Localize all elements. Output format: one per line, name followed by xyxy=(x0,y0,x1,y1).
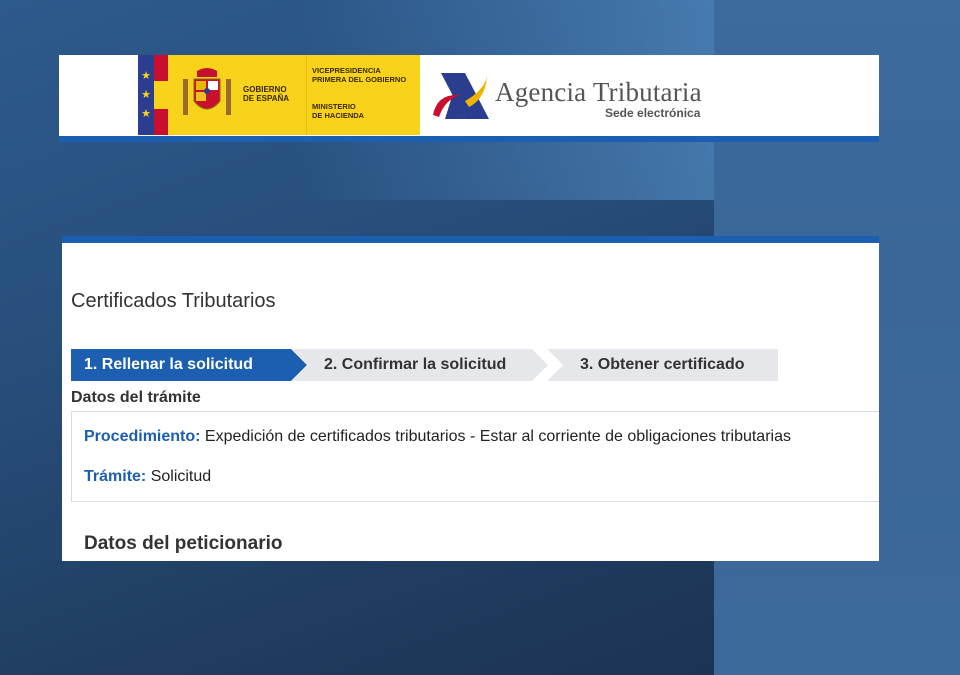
ministerio-text: MINISTERIO DE HACIENDA xyxy=(312,102,364,120)
datos-tramite-box: Procedimiento: Expedición de certificado… xyxy=(71,411,879,502)
spain-flag-strip xyxy=(154,55,168,135)
step-rellenar-solicitud: 1. Rellenar la solicitud xyxy=(71,349,307,381)
agency-subtitle: Sede electrónica xyxy=(605,106,701,120)
procedimiento-value: Expedición de certificados tributarios -… xyxy=(200,428,791,445)
progress-steps: 1. Rellenar la solicitud 2. Confirmar la… xyxy=(71,349,781,381)
step-obtener-certificado: 3. Obtener certificado xyxy=(547,349,778,381)
header-banner: ★ ★ ★ GOBIERNO DE ESPAÑA VICEPRESIDENCIA P… xyxy=(59,55,879,142)
gov-line-2: DE ESPAÑA xyxy=(243,94,290,103)
step-confirmar-solicitud: 2. Confirmar la solicitud xyxy=(292,349,548,381)
ministry-line-1: MINISTERIO xyxy=(312,102,356,111)
tramite-row: Trámite: Solicitud xyxy=(84,468,211,486)
datos-peticionario-heading: Datos del peticionario xyxy=(84,533,283,554)
procedimiento-row: Procedimiento: Expedición de certificado… xyxy=(84,428,791,446)
tramite-value: Solicitud xyxy=(146,468,212,485)
eu-flag-strip: ★ ★ ★ xyxy=(138,55,154,135)
gov-divider xyxy=(306,55,307,135)
tramite-label: Trámite: xyxy=(84,468,147,485)
ministry-line-2: DE HACIENDA xyxy=(312,111,365,120)
page-title: Certificados Tributarios xyxy=(71,290,276,312)
vice-line-2: PRIMERA DEL GOBIERNO xyxy=(312,75,407,84)
vice-line-1: VICEPRESIDENCIA xyxy=(312,66,381,75)
coat-of-arms-icon xyxy=(183,68,231,115)
gobierno-de-espana-text: GOBIERNO DE ESPAÑA xyxy=(243,85,289,103)
datos-tramite-heading: Datos del trámite xyxy=(71,389,201,406)
gobierno-block: ★ ★ ★ GOBIERNO DE ESPAÑA VICEPRESIDENCIA P… xyxy=(138,55,420,135)
agencia-tributaria-logo-icon[interactable] xyxy=(431,69,489,123)
content-panel: Certificados Tributarios 1. Rellenar la … xyxy=(62,236,879,561)
vicepresidencia-text: VICEPRESIDENCIA PRIMERA DEL GOBIERNO xyxy=(312,66,406,84)
eu-star-icon: ★ ★ ★ xyxy=(141,70,151,120)
gov-line-1: GOBIERNO xyxy=(243,85,287,94)
procedimiento-label: Procedimiento: xyxy=(84,428,201,445)
agency-title[interactable]: Agencia Tributaria xyxy=(495,77,702,108)
